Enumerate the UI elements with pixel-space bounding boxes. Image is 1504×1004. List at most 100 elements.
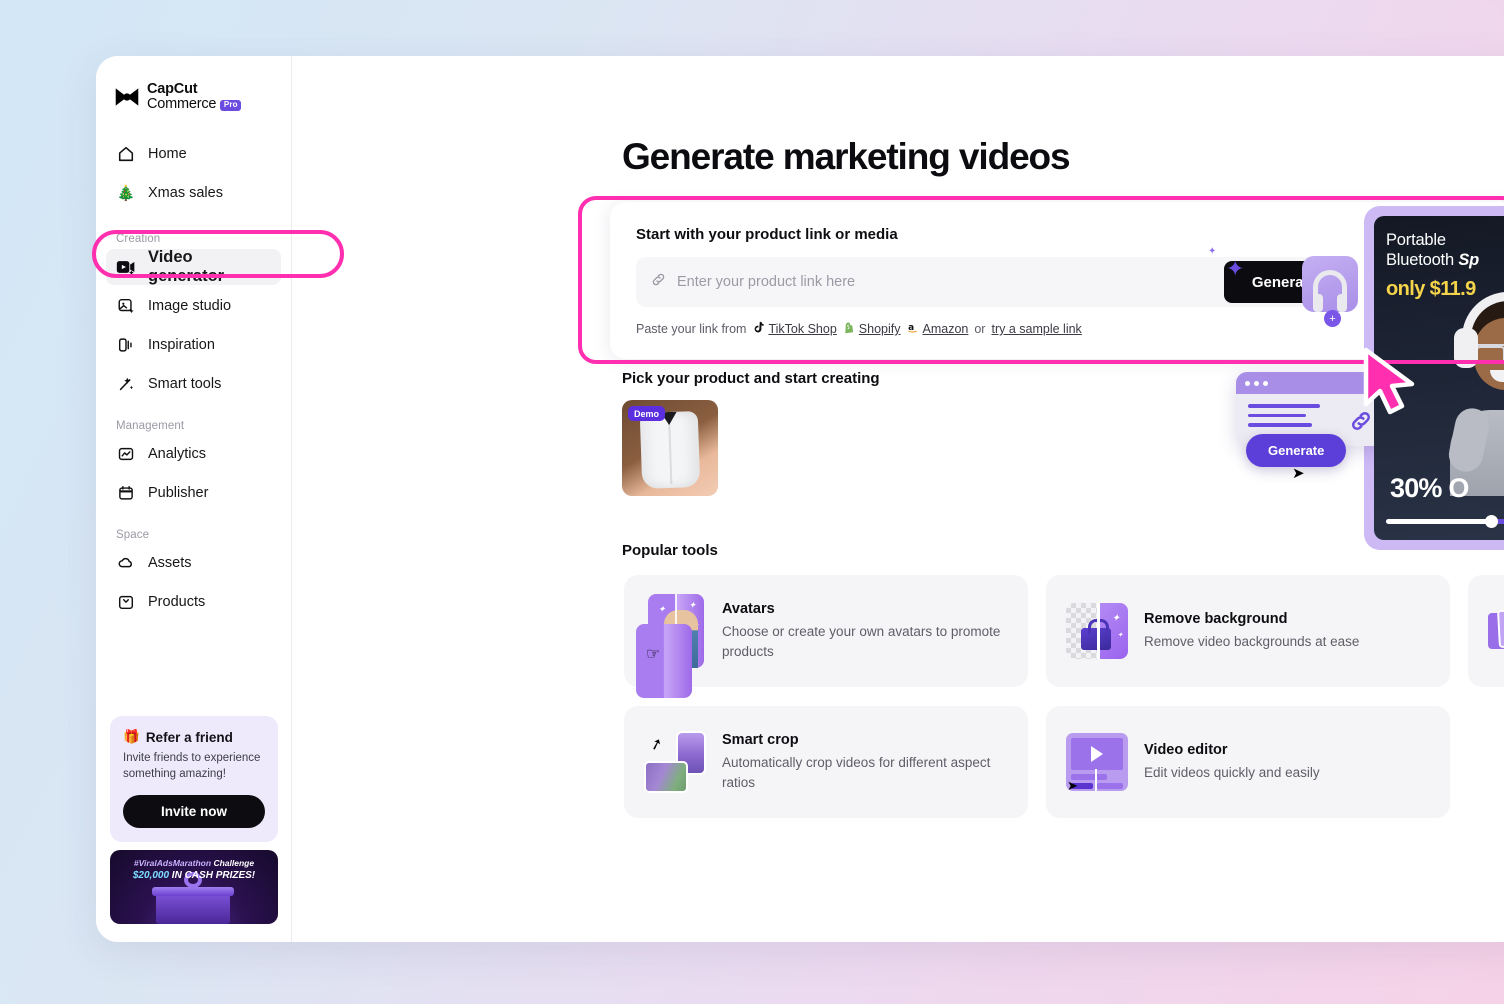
promo-prize-line: $20,000 IN CASH PRIZES! — [110, 870, 278, 881]
source-tiktok-shop-link[interactable]: TikTok Shop — [768, 322, 836, 336]
inspiration-icon — [116, 335, 136, 355]
tool-title: Remove background — [1144, 611, 1359, 627]
promo-hashtag: #ViralAdsMarathon — [134, 858, 211, 868]
tool-title: Video editor — [1144, 742, 1320, 758]
sparkle-icon: ✦ — [1226, 256, 1244, 282]
amazon-icon: a — [907, 321, 919, 337]
tool-desc: Edit videos quickly and easily — [1144, 763, 1320, 782]
cloud-icon — [116, 553, 136, 573]
video-progress-bar[interactable] — [1386, 519, 1504, 524]
source-amazon-link[interactable]: Amazon — [923, 322, 969, 336]
page-title: Generate marketing videos — [622, 136, 1070, 178]
tool-card-smart-crop[interactable]: ➚ Smart crop Automatically crop videos f… — [624, 706, 1028, 818]
sidebar-item-label: Xmas sales — [148, 185, 223, 201]
source-shopify[interactable]: Shopify — [843, 321, 901, 337]
sidebar-item-label: Image studio — [148, 298, 231, 314]
plus-icon: + — [1324, 310, 1341, 327]
shopify-icon — [843, 321, 855, 337]
promo-line1: Portable — [1386, 231, 1446, 249]
logo-text: CapCut Commerce Pro — [147, 82, 241, 112]
sidebar-item-video-generator[interactable]: Video generator — [106, 249, 281, 285]
refer-title-text: Refer a friend — [146, 730, 233, 745]
sidebar-item-label: Publisher — [148, 485, 208, 501]
products-icon — [116, 592, 136, 612]
link-icon — [650, 271, 667, 293]
analytics-icon — [116, 444, 136, 464]
main-content: Generate marketing videos Start with you… — [292, 56, 1504, 942]
magic-wand-icon — [116, 374, 136, 394]
sidebar-item-publisher[interactable]: Publisher — [106, 475, 281, 511]
sidebar-item-label: Home — [148, 146, 187, 162]
quick-cut-icon: ✂ — [1488, 607, 1504, 655]
sidebar-item-image-studio[interactable]: Image studio — [106, 288, 281, 324]
sidebar-item-label: Video generator — [148, 248, 271, 286]
viral-ads-promo-banner[interactable]: #ViralAdsMarathon Challenge $20,000 IN C… — [110, 850, 278, 924]
sidebar-section-space: Space — [96, 529, 291, 541]
white-shirt-image — [640, 411, 701, 489]
sidebar: CapCut Commerce Pro Home — [96, 56, 292, 942]
video-generator-icon — [116, 257, 136, 277]
image-studio-icon — [116, 296, 136, 316]
calendar-icon — [116, 483, 136, 503]
person-with-headphones-image — [1446, 296, 1504, 496]
remove-background-icon: ✦✦ — [1066, 603, 1128, 659]
tools-section-heading: Popular tools — [622, 542, 718, 559]
sidebar-item-smart-tools[interactable]: Smart tools — [106, 366, 281, 402]
sidebar-nav: Home 🎄 Xmas sales Creation — [96, 136, 291, 620]
video-editor-icon: ➤ — [1066, 733, 1128, 791]
refer-title: 🎁 Refer a friend — [123, 729, 265, 745]
christmas-tree-icon: 🎄 — [116, 183, 136, 203]
promo-price: only $11.9 — [1386, 278, 1476, 301]
source-amazon[interactable]: a Amazon — [907, 321, 969, 337]
annotation-cursor — [1360, 346, 1422, 423]
sidebar-item-inspiration[interactable]: Inspiration — [106, 327, 281, 363]
sidebar-item-xmas-sales[interactable]: 🎄 Xmas sales — [106, 175, 281, 211]
promo-headline: Portable Bluetooth Sp — [1386, 230, 1479, 270]
tool-title: Avatars — [722, 601, 1008, 617]
refer-subtitle: Invite friends to experience something a… — [123, 751, 265, 783]
app-window: CapCut Commerce Pro Home — [96, 56, 1504, 942]
sidebar-item-home[interactable]: Home — [106, 136, 281, 172]
promo-discount: 30% O — [1374, 473, 1504, 504]
app-logo[interactable]: CapCut Commerce Pro — [96, 78, 291, 116]
product-thumbnail[interactable]: Demo — [622, 400, 718, 496]
tool-card-remove-background[interactable]: ✦✦ Remove background Remove video backgr… — [1046, 575, 1450, 687]
illustration-cursor-icon: ➤ — [1292, 464, 1305, 482]
tool-card-video-editor[interactable]: ➤ Video editor Edit videos quickly and e… — [1046, 706, 1450, 818]
invite-now-button[interactable]: Invite now — [123, 795, 265, 828]
promo-challenge: Challenge — [213, 858, 254, 868]
tool-desc: Remove video backgrounds at ease — [1144, 632, 1359, 651]
promo-prize-amount: $20,000 — [133, 870, 169, 881]
promo-line2-italic: Sp — [1458, 251, 1479, 269]
demo-badge: Demo — [628, 406, 665, 421]
sidebar-item-products[interactable]: Products — [106, 584, 281, 620]
sidebar-item-assets[interactable]: Assets — [106, 545, 281, 581]
sidebar-item-label: Products — [148, 594, 205, 610]
sidebar-item-label: Analytics — [148, 446, 206, 462]
page-root: CapCut Commerce Pro Home — [0, 0, 1504, 1004]
tool-card-avatars[interactable]: ✦ ✦ ✦ ☞ Avatars Choose or create your ow… — [624, 575, 1028, 687]
sidebar-item-analytics[interactable]: Analytics — [106, 436, 281, 472]
source-tiktok-shop[interactable]: TikTok Shop — [752, 321, 836, 337]
paste-prefix-label: Paste your link from — [636, 322, 746, 336]
smart-crop-icon: ➚ — [644, 731, 706, 793]
promo-hashtag-line: #ViralAdsMarathon Challenge — [110, 858, 278, 868]
tool-title: Smart crop — [722, 732, 1008, 748]
home-icon — [116, 144, 136, 164]
source-shopify-link[interactable]: Shopify — [859, 322, 901, 336]
tool-desc: Automatically crop videos for different … — [722, 753, 1008, 791]
headphones-thumbnail — [1302, 256, 1358, 312]
tool-text: Avatars Choose or create your own avatar… — [722, 601, 1008, 660]
promo-prize-text: IN CASH PRIZES! — [172, 870, 255, 881]
sidebar-section-management: Management — [96, 420, 291, 432]
logo-line1: CapCut — [147, 82, 241, 97]
tool-card-quick-cut[interactable]: ✂ Quick cut Quickly edit vide editing te… — [1468, 575, 1504, 687]
promo-line2: Bluetooth — [1386, 251, 1454, 269]
capcut-logo-icon — [114, 86, 140, 108]
tiktok-icon — [752, 321, 764, 337]
try-sample-link[interactable]: try a sample link — [991, 322, 1081, 336]
sparkle-small-icon: ✦ — [1208, 246, 1216, 257]
tool-text: Remove background Remove video backgroun… — [1144, 611, 1359, 651]
tool-desc: Choose or create your own avatars to pro… — [722, 622, 1008, 660]
logo-line2-text: Commerce — [147, 97, 216, 112]
